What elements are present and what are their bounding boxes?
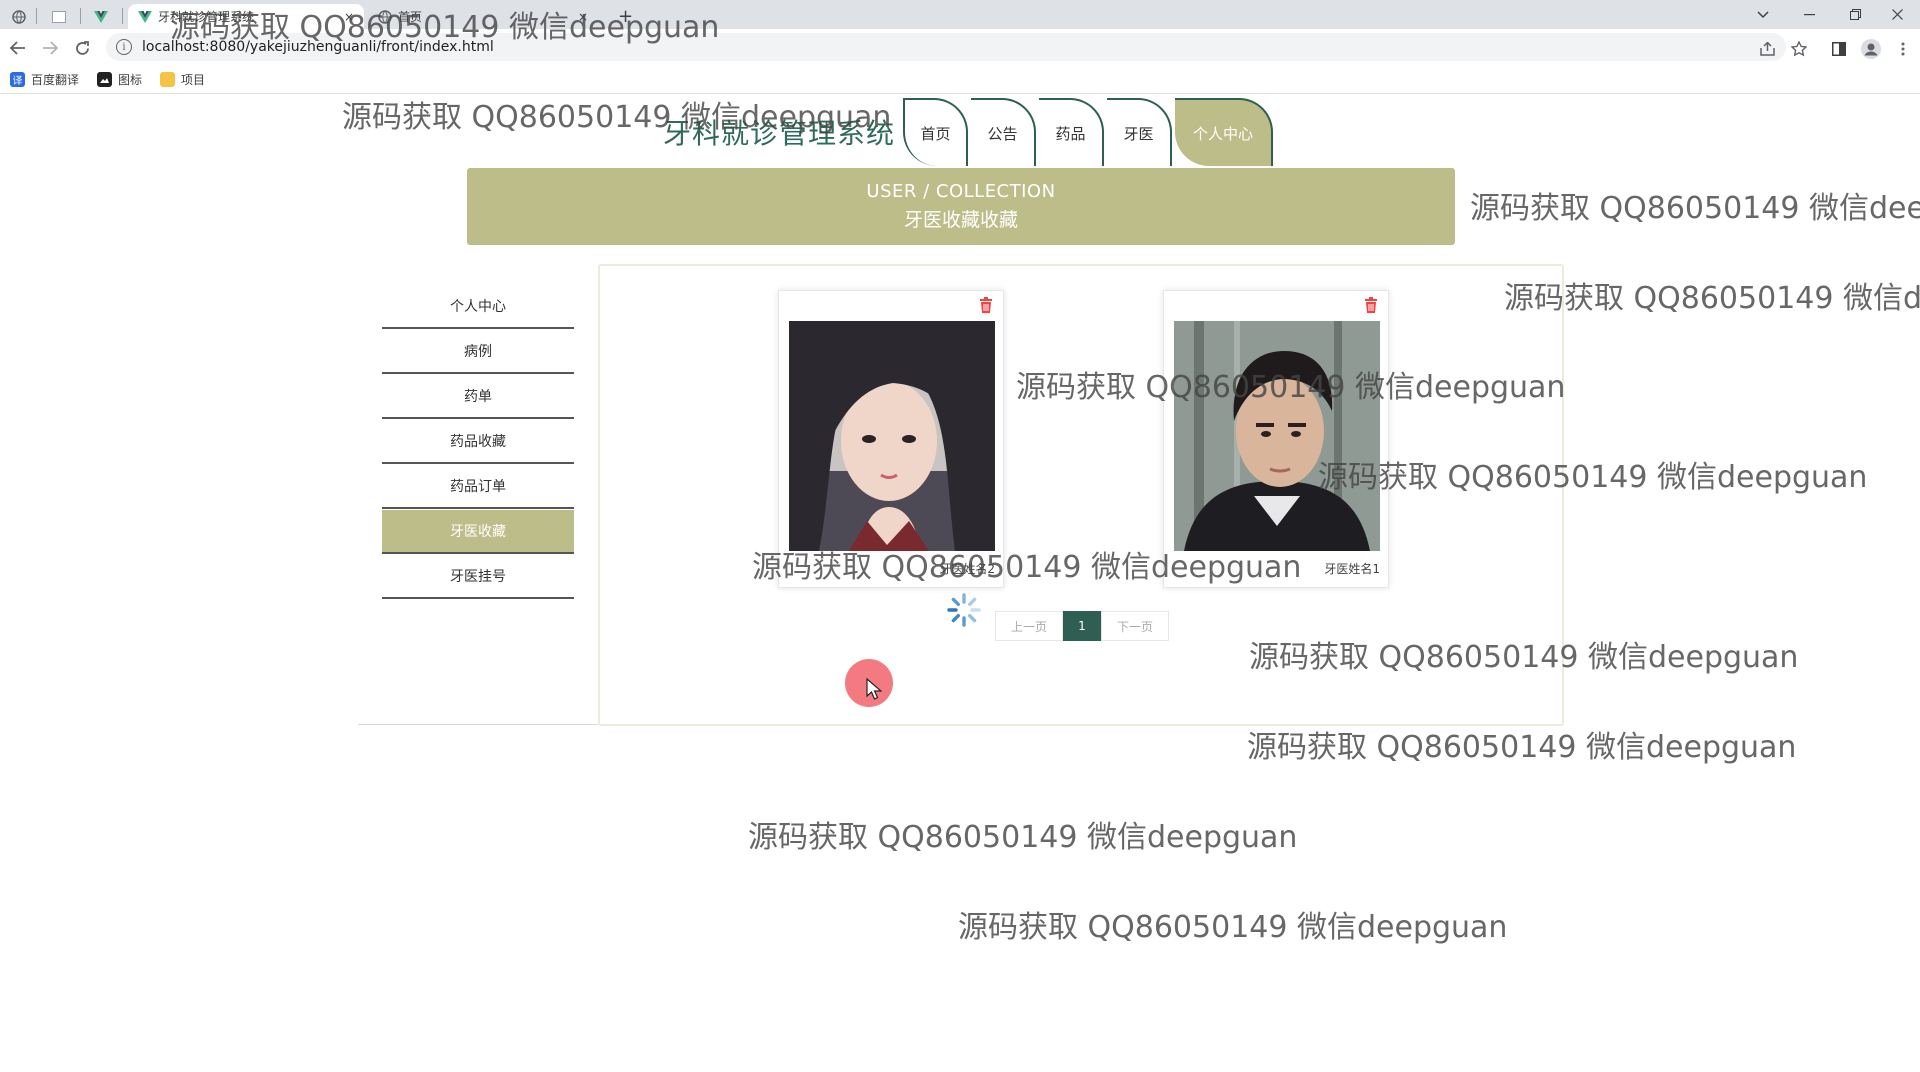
sidebar-item-dentist-favorites[interactable]: 牙医收藏 bbox=[382, 510, 574, 554]
sidebar-item-dentist-registration[interactable]: 牙医挂号 bbox=[382, 555, 574, 599]
browser-tab-title: 牙科就诊管理系统 bbox=[158, 10, 255, 24]
dentist-card[interactable]: 牙医姓名2 bbox=[778, 290, 1004, 588]
browser-tab-2[interactable] bbox=[52, 4, 72, 29]
site-title: 牙科就诊管理系统 bbox=[663, 117, 896, 150]
globe-icon bbox=[378, 9, 392, 24]
watermark-text: 源码获取 QQ86050149 微信deepguan bbox=[1470, 191, 1920, 226]
url-field[interactable]: i localhost:8080/yakejiuzhenguanli/front… bbox=[106, 33, 1786, 61]
watermark-text: 源码获取 QQ86050149 微信deepguan bbox=[1504, 281, 1920, 316]
image-icon bbox=[97, 72, 113, 87]
dentist-name: 牙医姓名1 bbox=[1324, 562, 1380, 576]
pagination: 上一页 1 下一页 bbox=[995, 611, 1169, 641]
tab-separator bbox=[122, 8, 123, 24]
dentist-card[interactable]: 牙医姓名1 bbox=[1163, 290, 1389, 588]
sidebar-item-medicine-orders[interactable]: 药品订单 bbox=[382, 465, 574, 509]
main-nav: 首页 公告 药品 牙医 个人中心 bbox=[903, 98, 1276, 166]
dentist-name: 牙医姓名2 bbox=[939, 562, 995, 576]
nav-medicine[interactable]: 药品 bbox=[1039, 98, 1104, 166]
banner-title-cn: 牙医收藏收藏 bbox=[903, 209, 1018, 231]
browser-tab-active[interactable]: 牙科就诊管理系统 × bbox=[128, 4, 364, 29]
globe-icon bbox=[12, 9, 26, 24]
trash-icon[interactable] bbox=[1364, 297, 1378, 313]
browser-tab-1[interactable] bbox=[12, 4, 32, 29]
banner-title-en: USER / COLLECTION bbox=[866, 181, 1056, 202]
vue-icon bbox=[94, 10, 108, 24]
next-page-button[interactable]: 下一页 bbox=[1101, 611, 1169, 641]
more-menu-icon[interactable] bbox=[1892, 38, 1914, 60]
bookmark-projects[interactable]: 项目 bbox=[160, 71, 205, 88]
browser-tab-bar: 牙科就诊管理系统 × 首页 × + bbox=[0, 0, 1920, 29]
bookmark-baidu-translate[interactable]: 译 百度翻译 bbox=[10, 71, 79, 88]
bookmark-label: 图标 bbox=[118, 73, 143, 87]
close-window-icon[interactable] bbox=[1874, 0, 1920, 29]
tab-separator bbox=[36, 8, 37, 24]
vue-icon bbox=[138, 10, 152, 24]
close-tab-icon[interactable]: × bbox=[578, 10, 588, 24]
minimize-icon[interactable] bbox=[1786, 0, 1832, 29]
trash-icon[interactable] bbox=[979, 297, 993, 313]
site-info-icon[interactable]: i bbox=[116, 39, 132, 55]
watermark-text: 源码获取 QQ86050149 微信deepguan bbox=[1247, 730, 1797, 765]
mouse-pointer-icon bbox=[866, 677, 883, 700]
sidebar-item-prescriptions[interactable]: 药单 bbox=[382, 375, 574, 419]
share-icon[interactable] bbox=[1756, 38, 1778, 60]
forward-arrow-icon[interactable] bbox=[37, 35, 63, 61]
blank-page-icon bbox=[52, 10, 66, 24]
collection-panel: 牙医姓名2 牙医姓名1 上一页 1 下一页 bbox=[598, 264, 1564, 726]
close-tab-icon[interactable]: × bbox=[344, 10, 354, 24]
watermark-text: 源码获取 QQ86050149 微信deepguan bbox=[958, 910, 1508, 945]
nav-personal-center[interactable]: 个人中心 bbox=[1175, 98, 1273, 166]
browser-tab-title: 首页 bbox=[398, 10, 423, 24]
reload-icon[interactable] bbox=[69, 35, 95, 61]
browser-tab-3[interactable] bbox=[94, 4, 114, 29]
bookmark-icons[interactable]: 图标 bbox=[97, 71, 142, 88]
dentist-photo bbox=[789, 321, 995, 551]
bookmark-label: 百度翻译 bbox=[31, 73, 80, 87]
page-banner: USER / COLLECTION 牙医收藏收藏 bbox=[467, 168, 1455, 245]
profile-avatar-icon[interactable] bbox=[1860, 38, 1882, 60]
user-sidebar: 个人中心 病例 药单 药品收藏 药品订单 牙医收藏 牙医挂号 bbox=[358, 265, 598, 725]
current-page-button[interactable]: 1 bbox=[1063, 611, 1101, 641]
translate-icon: 译 bbox=[10, 72, 25, 87]
browser-tab-5[interactable]: 首页 × bbox=[378, 4, 588, 29]
bookmarks-bar: 译 百度翻译 图标 项目 bbox=[0, 66, 1920, 94]
side-panel-icon[interactable] bbox=[1828, 38, 1850, 60]
url-text: localhost:8080/yakejiuzhenguanli/front/i… bbox=[142, 39, 494, 55]
new-tab-button[interactable]: + bbox=[618, 4, 633, 29]
address-bar: i localhost:8080/yakejiuzhenguanli/front… bbox=[0, 29, 1920, 66]
restore-icon[interactable] bbox=[1832, 0, 1878, 29]
bookmark-label: 项目 bbox=[181, 73, 206, 87]
loading-spinner-icon bbox=[946, 592, 982, 628]
sidebar-item-personal-center[interactable]: 个人中心 bbox=[382, 285, 574, 329]
tab-search-icon[interactable] bbox=[1740, 0, 1786, 29]
bookmark-star-icon[interactable] bbox=[1788, 38, 1810, 60]
watermark-text: 源码获取 QQ86050149 微信deepguan bbox=[748, 820, 1298, 855]
back-arrow-icon[interactable] bbox=[5, 35, 31, 61]
tab-separator bbox=[80, 8, 81, 24]
sidebar-item-cases[interactable]: 病例 bbox=[382, 330, 574, 374]
nav-home[interactable]: 首页 bbox=[903, 98, 968, 166]
nav-notice[interactable]: 公告 bbox=[971, 98, 1036, 166]
prev-page-button[interactable]: 上一页 bbox=[995, 611, 1063, 641]
sidebar-item-medicine-favorites[interactable]: 药品收藏 bbox=[382, 420, 574, 464]
nav-dentist[interactable]: 牙医 bbox=[1107, 98, 1172, 166]
dentist-photo bbox=[1174, 321, 1380, 551]
folder-icon bbox=[160, 72, 176, 87]
